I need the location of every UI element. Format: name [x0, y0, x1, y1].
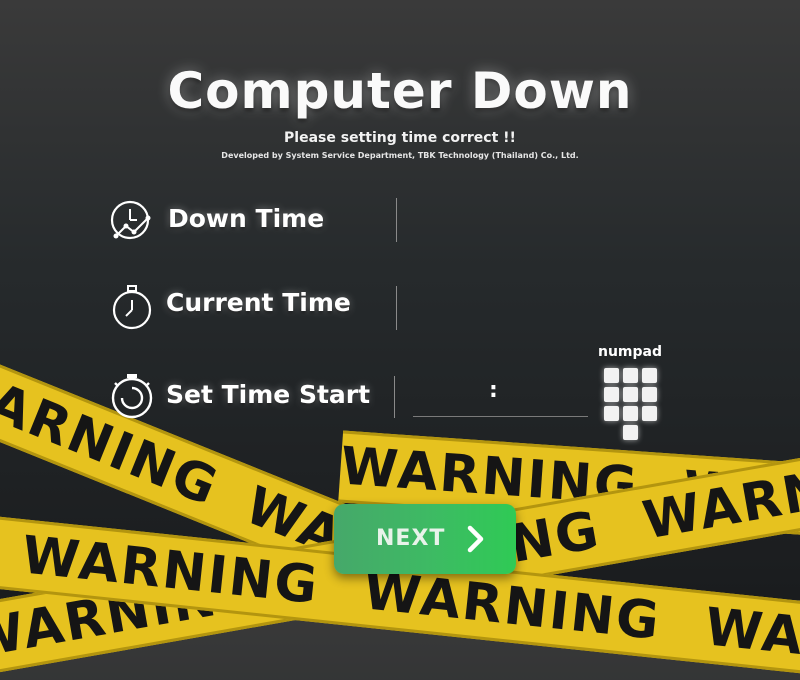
- chevron-right-icon: [464, 524, 488, 558]
- numpad-key: [623, 425, 638, 440]
- next-button-label: NEXT: [376, 526, 446, 551]
- numpad-key: [642, 368, 657, 383]
- numpad-key: [604, 387, 619, 402]
- tape-text: WARNING: [360, 561, 664, 653]
- stopwatch-icon: [104, 280, 160, 330]
- down-time-label: Down Time: [168, 204, 325, 233]
- numpad-key: [642, 387, 657, 402]
- tape-text: WARNING: [702, 597, 800, 679]
- current-time-label: Current Time: [166, 288, 351, 317]
- page-subtitle: Please setting time correct !!: [284, 130, 516, 146]
- numpad-key: [623, 368, 638, 383]
- numpad-key: [604, 368, 619, 383]
- down-time-value: [404, 200, 584, 240]
- numpad-key: [604, 406, 619, 421]
- set-time-start-label: Set Time Start: [166, 380, 371, 409]
- divider: [394, 376, 395, 418]
- time-separator: :: [489, 378, 498, 403]
- numpad-key: [642, 406, 657, 421]
- next-button[interactable]: NEXT: [334, 504, 516, 574]
- current-time-value: [404, 288, 584, 328]
- numpad-button[interactable]: numpad: [592, 344, 668, 444]
- divider: [396, 198, 397, 242]
- numpad-label: numpad: [597, 344, 662, 360]
- numpad-key: [623, 406, 638, 421]
- clock-chart-icon: [104, 196, 160, 246]
- numpad-key: [623, 387, 638, 402]
- page-title: Computer Down: [167, 62, 633, 120]
- divider: [396, 286, 397, 330]
- set-time-start-input[interactable]: [413, 376, 588, 417]
- developer-credit: Developed by System Service Department, …: [221, 151, 579, 160]
- timer-start-icon: [104, 372, 160, 422]
